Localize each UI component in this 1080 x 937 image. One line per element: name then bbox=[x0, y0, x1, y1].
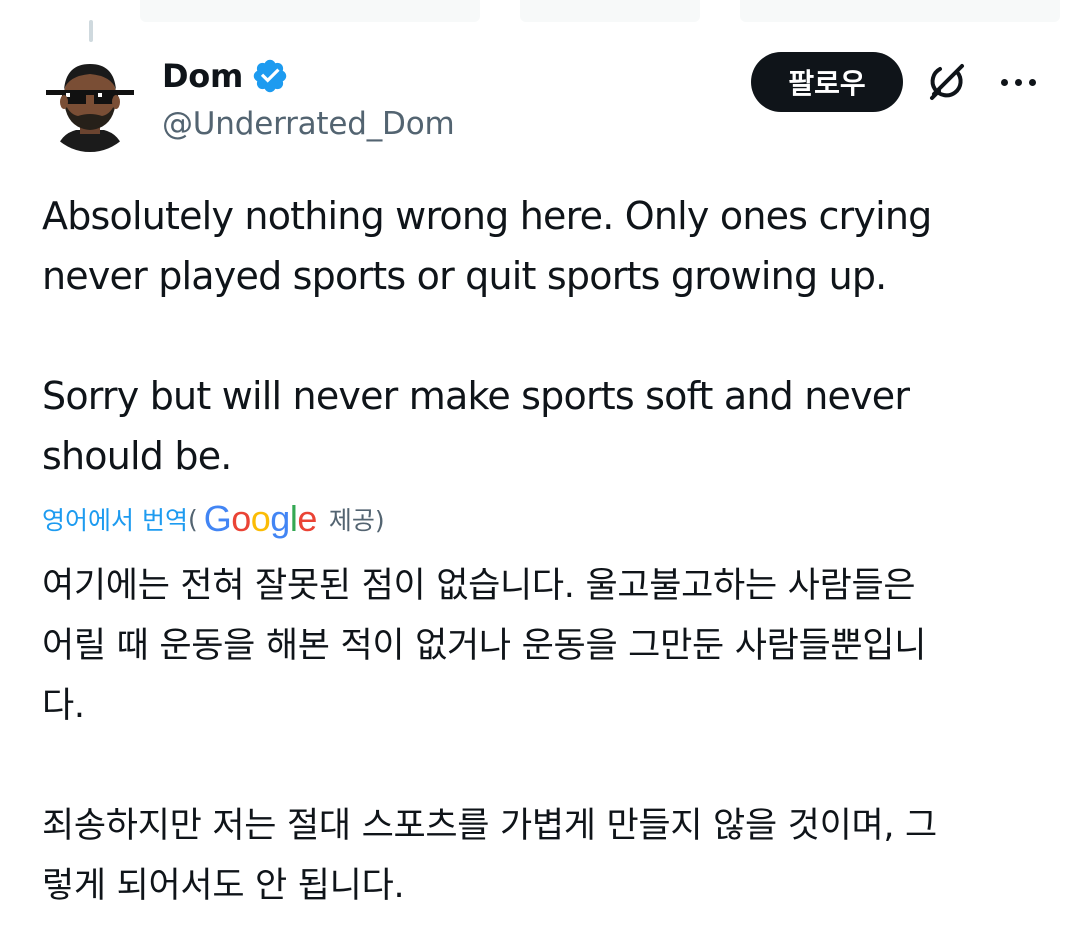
verified-badge-icon bbox=[253, 59, 287, 93]
author-handle[interactable]: @Underrated_Dom bbox=[162, 106, 455, 142]
translation-attribution: 영어에서 번역 ( Google 제공) bbox=[42, 498, 385, 540]
tweet-header: Dom @Underrated_Dom 팔로우 bbox=[42, 52, 1050, 156]
previous-content-fragment bbox=[140, 0, 480, 22]
previous-content-fragment bbox=[520, 0, 700, 22]
translate-link[interactable]: 영어에서 번역 bbox=[42, 501, 188, 537]
display-name-row: Dom bbox=[162, 54, 454, 98]
thread-connector-line bbox=[89, 20, 93, 42]
translated-text: 여기에는 전혀 잘못된 점이 없습니다. 울고불고하는 사람들은 어릴 때 운동… bbox=[42, 566, 937, 906]
more-dots-icon[interactable] bbox=[993, 66, 1043, 98]
grok-icon[interactable] bbox=[924, 58, 972, 106]
google-logo: Google bbox=[203, 498, 318, 539]
dot bbox=[1028, 78, 1036, 86]
translated-text-block: 여기에는 전혀 잘못된 점이 없습니다. 울고불고하는 사람들은 어릴 때 운동… bbox=[42, 556, 1042, 916]
tweet-body: Absolutely nothing wrong here. Only ones… bbox=[42, 186, 1042, 486]
provided-by-label: 제공) bbox=[328, 506, 385, 535]
avatar[interactable] bbox=[42, 56, 138, 152]
dot bbox=[1014, 78, 1022, 86]
author-info: Dom @Underrated_Dom bbox=[162, 54, 455, 142]
tweet-text: Absolutely nothing wrong here. Only ones… bbox=[42, 194, 932, 478]
previous-content-fragment bbox=[740, 0, 1060, 22]
follow-button[interactable]: 팔로우 bbox=[751, 52, 903, 112]
avatar-image bbox=[42, 56, 138, 152]
dot bbox=[1000, 78, 1008, 86]
open-paren: ( bbox=[187, 504, 198, 534]
display-name[interactable]: Dom bbox=[162, 57, 243, 95]
